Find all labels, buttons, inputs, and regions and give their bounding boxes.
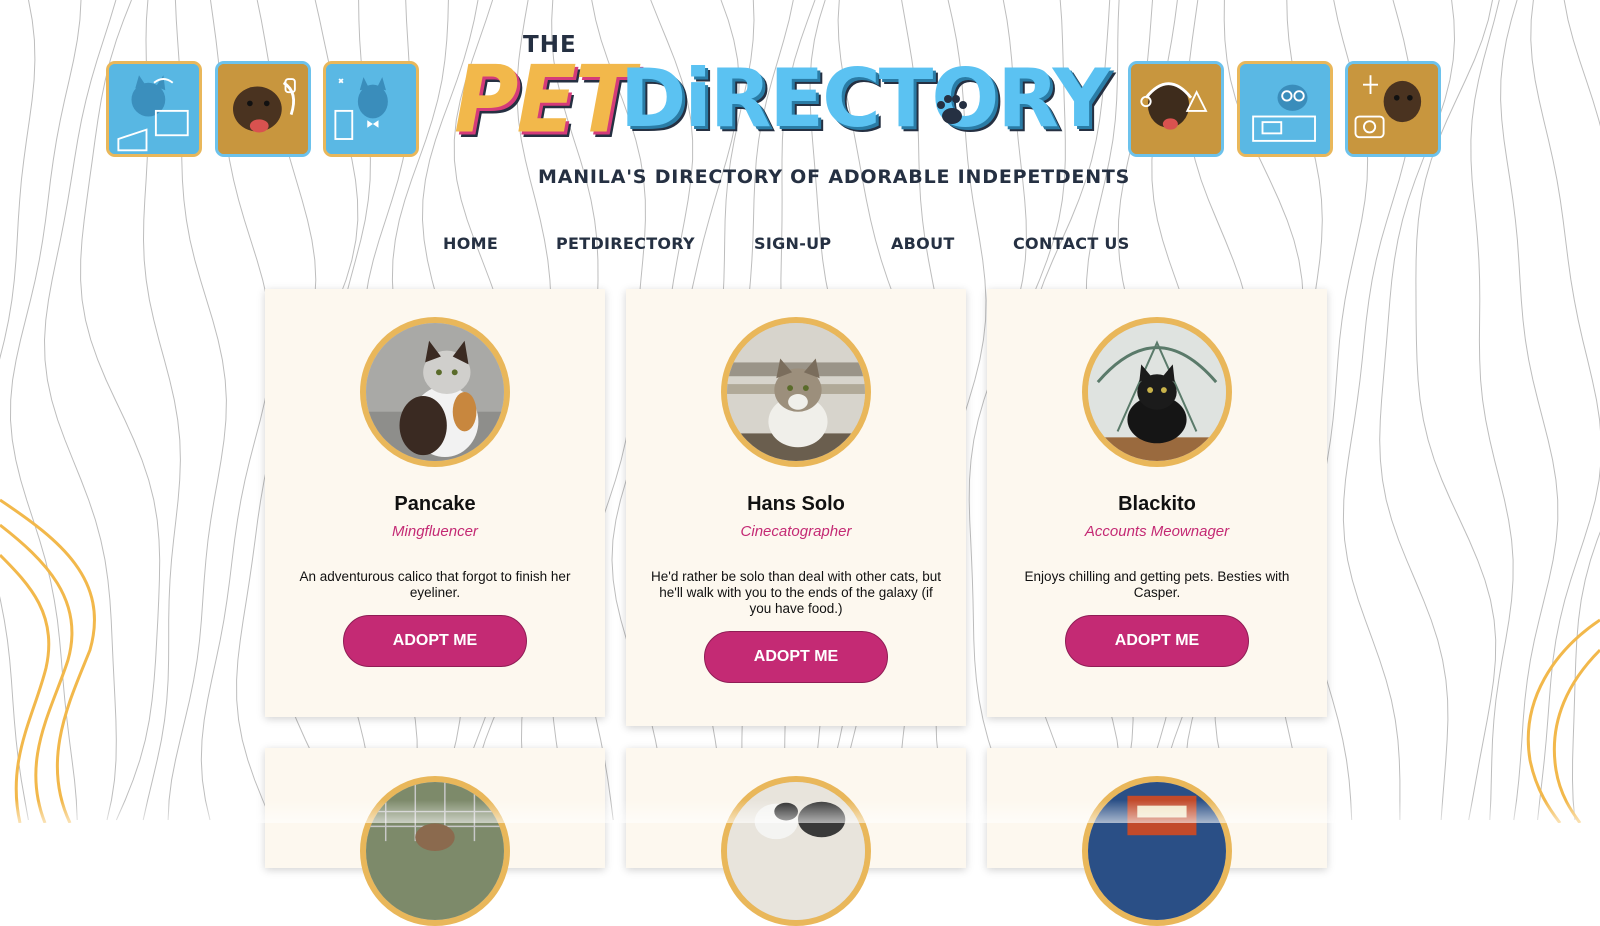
pet-name: Hans Solo <box>747 493 845 515</box>
pet-card: Pancake Mingfluencer An adventurous cali… <box>265 289 605 717</box>
pet-description: An adventurous calico that forgot to fin… <box>299 569 571 600</box>
thumbnail-dog-phone <box>215 61 311 157</box>
nav-sign-up[interactable]: SIGN-UP <box>754 234 831 253</box>
thumbnail-dog-camera <box>1345 61 1441 157</box>
pet-photo <box>721 776 871 926</box>
pet-card: Blackito Accounts Meownager Enjoys chill… <box>987 289 1327 717</box>
thumbnail-dog-headset <box>1128 61 1224 157</box>
pet-card: Hans Solo Cinecatographer He'd rather be… <box>626 289 966 726</box>
pet-role: Mingfluencer <box>392 523 478 540</box>
pet-photo <box>721 317 871 467</box>
nav-contact-us[interactable]: CONTACT US <box>1013 234 1130 253</box>
pet-photo <box>360 317 510 467</box>
pet-role: Accounts Meownager <box>1084 523 1230 540</box>
adopt-me-button[interactable]: ADOPT ME <box>704 631 888 683</box>
paw-icon <box>937 95 967 124</box>
adopt-me-button[interactable]: ADOPT ME <box>1065 615 1249 667</box>
pet-description: Enjoys chilling and getting pets. Bestie… <box>1024 569 1290 600</box>
nav-home[interactable]: HOME <box>443 234 498 253</box>
thumbnail-cat-laptop <box>106 61 202 157</box>
logo-tagline: MANILA'S DIRECTORY OF ADORABLE INDEPETDE… <box>538 166 1131 188</box>
main-nav: HOME PETDIRECTORY SIGN-UP ABOUT CONTACT … <box>0 234 1600 264</box>
pet-name: Pancake <box>394 493 476 515</box>
page: THE PET DiRECTORY MANILA'S DIRECTORY OF … <box>0 0 1600 926</box>
pet-photo <box>1082 317 1232 467</box>
pet-description: He'd rather be solo than deal with other… <box>651 569 941 616</box>
bottom-fade <box>0 800 1600 823</box>
site-logo[interactable]: THE PET DiRECTORY MANILA'S DIRECTORY OF … <box>450 28 1130 198</box>
logo-directory-text: DiRECTORY <box>620 52 1111 145</box>
nav-petdirectory[interactable]: PETDIRECTORY <box>556 234 695 253</box>
pet-name: Blackito <box>1118 493 1196 515</box>
pet-role: Cinecatographer <box>740 523 852 540</box>
site-header: THE PET DiRECTORY MANILA'S DIRECTORY OF … <box>0 0 1600 200</box>
thumbnail-cat-glasses <box>1237 61 1333 157</box>
adopt-me-button[interactable]: ADOPT ME <box>343 615 527 667</box>
nav-about[interactable]: ABOUT <box>891 234 955 253</box>
logo-pet-text: PET <box>454 45 635 154</box>
pet-photo <box>1082 776 1232 926</box>
thumbnail-cat-bowtie <box>323 61 419 157</box>
pet-photo <box>360 776 510 926</box>
